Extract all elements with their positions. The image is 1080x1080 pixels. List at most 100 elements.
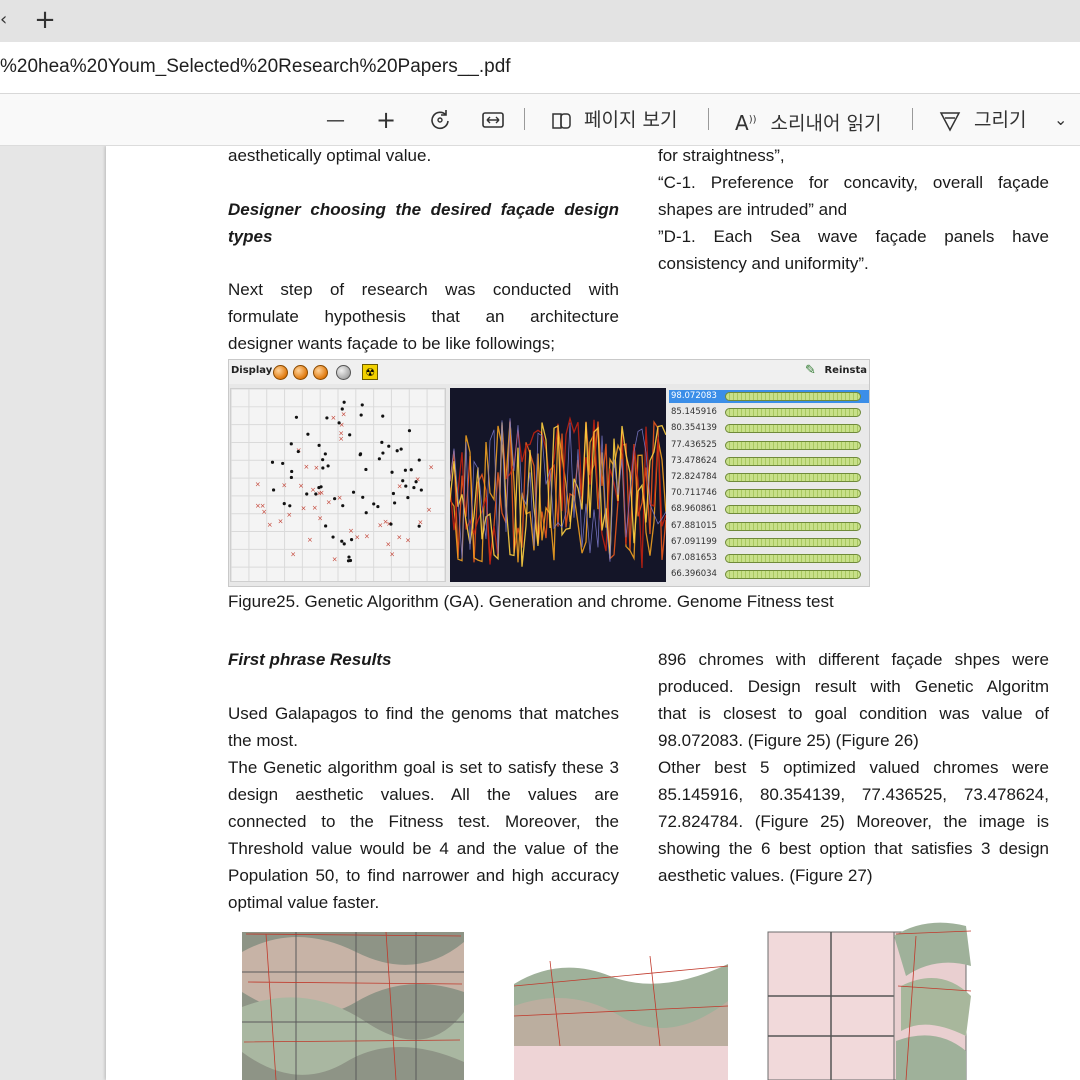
svg-text:×: ×	[298, 482, 304, 490]
svg-text:×: ×	[383, 518, 389, 526]
fitness-value: 67.091199	[671, 536, 717, 547]
draw-options-chevron-icon[interactable]: ⌄	[1054, 104, 1067, 136]
draw-button[interactable]: 그리기	[938, 104, 1026, 136]
fitness-row[interactable]: 73.478624	[669, 455, 869, 468]
svg-text:×: ×	[313, 464, 319, 472]
page-view-label: 페이지 보기	[584, 109, 678, 131]
fitness-bar	[725, 473, 861, 482]
fitness-bar	[725, 489, 861, 499]
fitness-row[interactable]: 70.711746	[669, 487, 869, 500]
paragraph-line: 896 chromes with different façade shpes …	[658, 650, 1049, 669]
orange-orb-icon	[273, 365, 288, 380]
zoom-in-button[interactable]: +	[376, 104, 398, 136]
svg-text:×: ×	[255, 481, 261, 489]
reinstate-label: Reinsta	[824, 365, 867, 376]
read-aloud-button[interactable]: A)) 소리내어 읽기	[735, 104, 881, 136]
figure-caption: Figure25. Genetic Algorithm (GA). Genera…	[228, 592, 834, 611]
fitness-value: 68.960861	[671, 504, 717, 515]
svg-text:×: ×	[426, 506, 432, 514]
toolbar-divider	[912, 108, 913, 130]
paragraph-line: 98.072083. (Figure 25) (Figure 26)	[658, 731, 919, 750]
fitness-row[interactable]: 67.091199	[669, 536, 869, 549]
facade-image	[766, 916, 1016, 1080]
page-view-icon	[552, 112, 571, 129]
fitness-row[interactable]: 67.081653	[669, 552, 869, 565]
zoom-out-button[interactable]: —	[326, 104, 346, 136]
fitness-value: 67.081653	[671, 553, 717, 563]
ga-figure: Display ☢ ✎ Reinsta × × × × × × × × × × × × × × × × × × × ×…	[228, 359, 870, 587]
paragraph-line: 72.824784. (Figure 25) Moreover, the ima…	[658, 812, 1049, 831]
toolbar-divider	[708, 108, 709, 130]
svg-text:×: ×	[326, 499, 332, 507]
svg-text:×: ×	[255, 502, 261, 510]
fitness-value: 67.881015	[671, 520, 717, 531]
draw-icon	[939, 111, 961, 132]
svg-text:×: ×	[354, 533, 360, 541]
address-bar[interactable]: %20hea%20Youm_Selected%20Research%20Pape…	[0, 42, 1080, 94]
svg-text:×: ×	[307, 536, 313, 544]
fitness-bar	[725, 456, 861, 466]
fit-width-button[interactable]	[481, 104, 507, 136]
fitness-bar	[725, 440, 861, 450]
wave-graph-image	[450, 388, 666, 582]
facade-image	[510, 946, 732, 1080]
radiation-icon: ☢	[362, 364, 378, 380]
gray-orb-icon	[336, 365, 351, 380]
paragraph-line: ”D-1. Each Sea wave façade panels have	[658, 227, 1049, 246]
fitness-row[interactable]: 80.354139	[669, 422, 869, 435]
scatter-plot-image: ×× ××××××××××××××××××××××××××××××××××××××…	[230, 388, 446, 582]
paragraph-line: produced. Design result with Genetic Alg…	[658, 677, 1049, 696]
paragraph-line: aesthetically optimal value.	[228, 146, 432, 165]
svg-text:×: ×	[332, 556, 338, 564]
fitness-bar	[725, 570, 861, 580]
svg-text:×: ×	[338, 430, 344, 438]
fitness-row[interactable]: 68.960861	[669, 503, 869, 516]
pdf-viewer[interactable]: aesthetically optimal value. Designer ch…	[0, 146, 1080, 1080]
read-aloud-icon: A))	[735, 110, 757, 135]
paragraph-line: that is closest to goal condition was va…	[658, 704, 1049, 723]
paragraph-line: Used Galapagos to find the genoms that m…	[228, 704, 619, 723]
fitness-row[interactable]: 66.396034	[669, 568, 869, 581]
fitness-value: 73.478624	[671, 455, 717, 466]
svg-text:×: ×	[405, 537, 411, 545]
display-label: Display	[231, 365, 273, 376]
svg-text:×: ×	[397, 482, 403, 490]
svg-text:×: ×	[303, 463, 309, 471]
rotate-icon	[431, 110, 449, 130]
orange-orb-icon	[313, 365, 328, 380]
fitness-row[interactable]: 77.436525	[669, 439, 869, 452]
fitness-bar	[725, 392, 861, 401]
svg-text:×: ×	[389, 550, 395, 558]
svg-text:×: ×	[317, 515, 323, 523]
svg-text:×: ×	[330, 414, 336, 422]
fitness-row[interactable]: 67.881015	[669, 520, 869, 533]
fitness-bar	[725, 537, 861, 547]
section-heading: First phrase Results	[228, 650, 392, 669]
paragraph-line: 85.145916, 80.354139, 77.436525, 73.4786…	[658, 785, 1049, 804]
section-heading: types	[228, 227, 273, 246]
svg-text:×: ×	[348, 527, 354, 535]
fit-width-icon	[482, 112, 504, 128]
fitness-row[interactable]: 72.824784	[669, 471, 869, 484]
fitness-row[interactable]: 85.145916	[669, 406, 869, 419]
tab-close-icon[interactable]: ‹	[0, 6, 14, 34]
toolbar-divider	[524, 108, 525, 130]
paragraph-line: Threshold value would be 4 and the value…	[228, 839, 619, 858]
svg-text:×: ×	[310, 486, 316, 494]
read-aloud-label: 소리내어 읽기	[770, 112, 882, 135]
paragraph-line: the most.	[228, 731, 298, 750]
paragraph-line: connected to the Fitness test. Moreover,…	[228, 812, 619, 831]
svg-text:×: ×	[301, 505, 307, 513]
new-tab-button[interactable]: +	[30, 5, 60, 35]
fitness-row[interactable]: 98.072083	[669, 390, 869, 403]
paragraph-line: design aesthetic values. All the values …	[228, 785, 619, 804]
fitness-bar	[725, 521, 861, 531]
page-view-button[interactable]: 페이지 보기	[550, 104, 677, 136]
svg-text:×: ×	[428, 463, 434, 471]
rotate-button[interactable]	[428, 104, 454, 136]
paragraph-line: designer wants façade to be like followi…	[228, 334, 555, 353]
fitness-value: 98.072083	[671, 391, 717, 401]
svg-text:×: ×	[278, 518, 284, 526]
url-text[interactable]: %20hea%20Youm_Selected%20Research%20Pape…	[0, 56, 511, 78]
facade-image	[236, 912, 476, 1080]
